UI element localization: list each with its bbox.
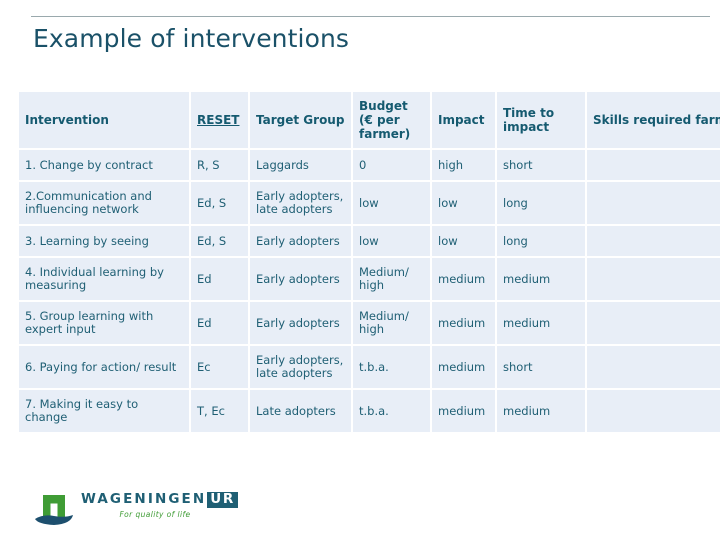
logo-text-block: WAGENINGEN UR For quality of life: [81, 492, 253, 519]
interventions-table-container: Intervention RESET Target Group Budget (…: [17, 90, 720, 434]
table-row: 2.Communication and influencing network E…: [19, 182, 720, 224]
cell-skills-required: [587, 182, 720, 224]
cell-target-group: Early adopters: [250, 302, 351, 344]
cell-target-group: Early adopters, late adopters: [250, 346, 351, 388]
cell-budget: low: [353, 226, 430, 256]
cell-budget: 0: [353, 150, 430, 180]
cell-target-group: Early adopters: [250, 258, 351, 300]
column-header-target-group: Target Group: [250, 92, 351, 148]
table-header-row: Intervention RESET Target Group Budget (…: [19, 92, 720, 148]
cell-target-group: Early adopters: [250, 226, 351, 256]
logo-wordmark-text: WAGENINGEN: [81, 491, 207, 507]
cell-impact: medium: [432, 346, 495, 388]
cell-reset: Ed, S: [191, 182, 248, 224]
page-title: Example of interventions: [33, 24, 350, 53]
cell-impact: medium: [432, 390, 495, 432]
table-row: 7. Making it easy to change T, Ec Late ado…: [19, 390, 720, 432]
cell-time-to-impact: medium: [497, 258, 585, 300]
cell-reset: Ed: [191, 258, 248, 300]
logo-wordmark: WAGENINGEN UR: [81, 492, 253, 508]
cell-reset: Ed: [191, 302, 248, 344]
cell-intervention: 7. Making it easy to change: [19, 390, 189, 432]
cell-impact: medium: [432, 302, 495, 344]
cell-impact: medium: [432, 258, 495, 300]
cell-intervention: 1. Change by contract: [19, 150, 189, 180]
table-row: 6. Paying for action/ result Ec Early adop…: [19, 346, 720, 388]
column-header-impact: Impact: [432, 92, 495, 148]
cell-impact: high: [432, 150, 495, 180]
cell-reset: R, S: [191, 150, 248, 180]
table-row: 3. Learning by seeing Ed, S Early adopters…: [19, 226, 720, 256]
column-header-time-to-impact: Time to impact: [497, 92, 585, 148]
cell-target-group: Early adopters, late adopters: [250, 182, 351, 224]
cell-budget: t.b.a.: [353, 346, 430, 388]
cell-time-to-impact: short: [497, 150, 585, 180]
column-header-budget: Budget (€ per farmer): [353, 92, 430, 148]
cell-budget: low: [353, 182, 430, 224]
cell-reset: Ed, S: [191, 226, 248, 256]
table-row: 5. Group learning with expert input Ed Ear…: [19, 302, 720, 344]
cell-budget: t.b.a.: [353, 390, 430, 432]
cell-intervention: 3. Learning by seeing: [19, 226, 189, 256]
column-header-skills-required: Skills required farmer - processor: [587, 92, 720, 148]
cell-reset: Ec: [191, 346, 248, 388]
wageningen-logo-mark: [35, 495, 73, 525]
cell-budget: Medium/ high: [353, 258, 430, 300]
cell-time-to-impact: long: [497, 182, 585, 224]
cell-budget: Medium/ high: [353, 302, 430, 344]
cell-time-to-impact: short: [497, 346, 585, 388]
cell-target-group: Late adopters: [250, 390, 351, 432]
wageningen-ur-logo: WAGENINGEN UR For quality of life: [33, 487, 253, 531]
cell-time-to-impact: medium: [497, 390, 585, 432]
table-header: Intervention RESET Target Group Budget (…: [19, 92, 720, 148]
cell-skills-required: [587, 150, 720, 180]
cell-time-to-impact: medium: [497, 302, 585, 344]
slide: Example of interventions Intervention RE…: [0, 0, 720, 540]
reset-label: RESET: [197, 113, 240, 127]
table-row: 1. Change by contract R, S Laggards 0 high sh…: [19, 150, 720, 180]
cell-target-group: Laggards: [250, 150, 351, 180]
cell-impact: low: [432, 182, 495, 224]
cell-time-to-impact: long: [497, 226, 585, 256]
cell-intervention: 4. Individual learning by measuring: [19, 258, 189, 300]
cell-skills-required: [587, 346, 720, 388]
header-divider: [31, 16, 710, 17]
cell-skills-required: [587, 390, 720, 432]
logo-tagline: For quality of life: [119, 510, 191, 519]
cell-intervention: 5. Group learning with expert input: [19, 302, 189, 344]
column-header-intervention: Intervention: [19, 92, 189, 148]
cell-intervention: 2.Communication and influencing network: [19, 182, 189, 224]
cell-skills-required: [587, 258, 720, 300]
cell-intervention: 6. Paying for action/ result: [19, 346, 189, 388]
cell-impact: low: [432, 226, 495, 256]
column-header-reset: RESET: [191, 92, 248, 148]
interventions-table: Intervention RESET Target Group Budget (…: [17, 90, 720, 434]
table-body: 1. Change by contract R, S Laggards 0 high sh…: [19, 150, 720, 432]
cell-skills-required: [587, 226, 720, 256]
table-row: 4. Individual learning by measuring Ed Ear…: [19, 258, 720, 300]
cell-reset: T, Ec: [191, 390, 248, 432]
cell-skills-required: [587, 302, 720, 344]
logo-ur-badge: UR: [207, 492, 238, 508]
